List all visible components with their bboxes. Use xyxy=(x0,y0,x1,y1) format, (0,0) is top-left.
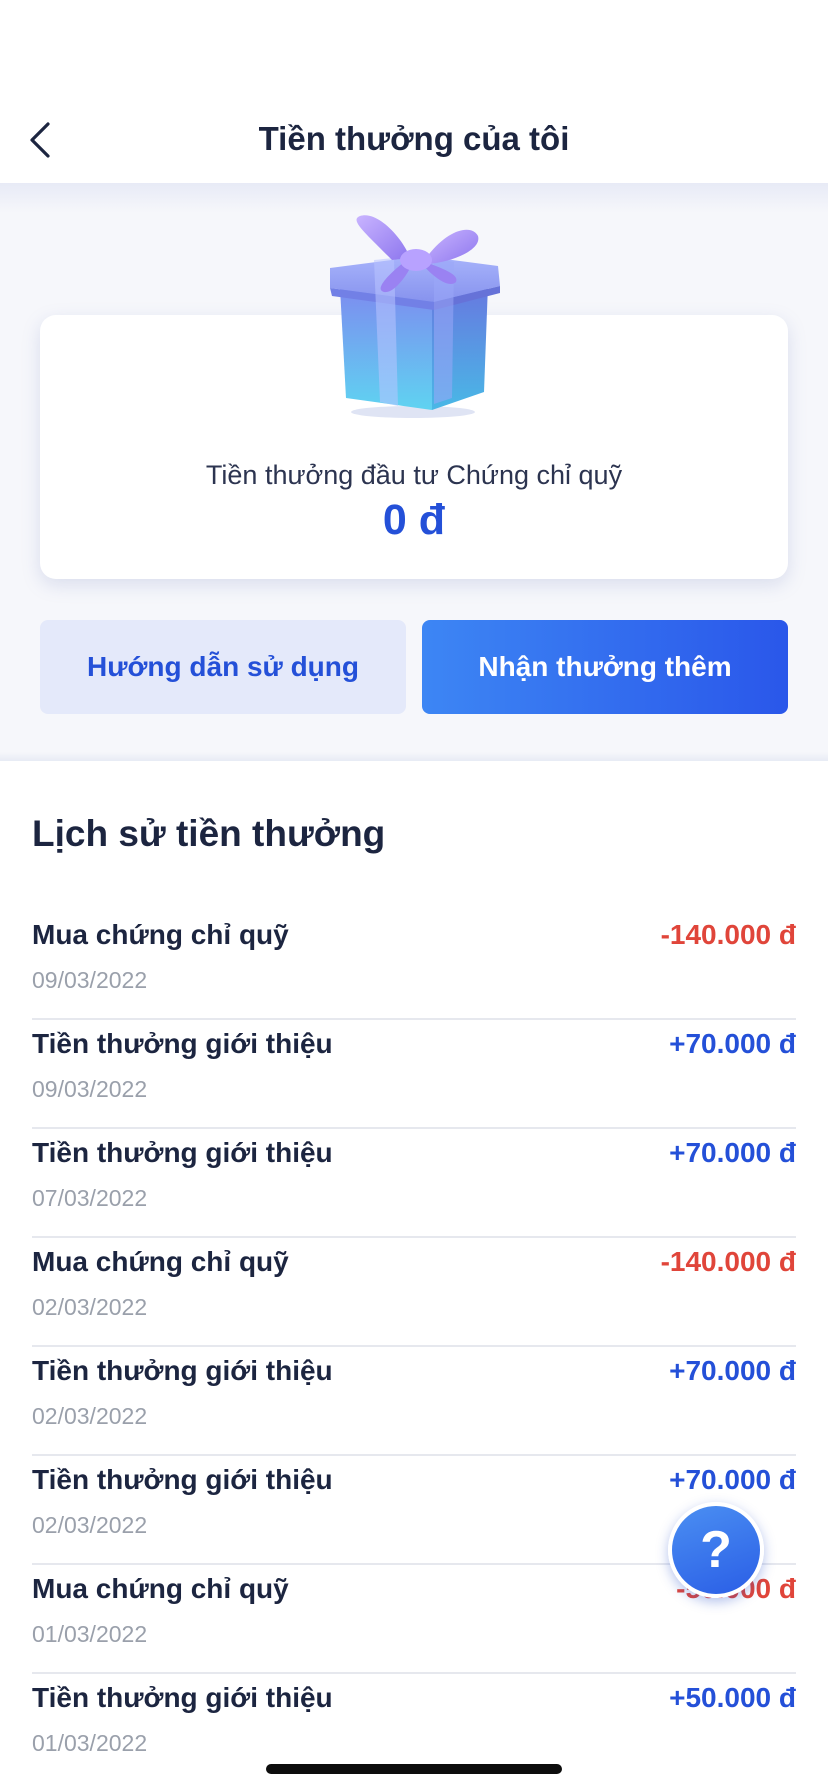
question-icon: ? xyxy=(700,1521,732,1579)
history-list: Mua chứng chỉ quỹ 09/03/2022 -140.000 đ … xyxy=(32,911,796,1783)
help-button[interactable]: ? xyxy=(668,1502,764,1598)
history-item-date: 09/03/2022 xyxy=(32,967,148,993)
history-row[interactable]: Tiền thưởng giới thiệu 02/03/2022 +70.00… xyxy=(32,1347,796,1456)
history-item-date: 09/03/2022 xyxy=(32,1076,148,1102)
history-item-date: 02/03/2022 xyxy=(32,1403,148,1429)
history-item-name: Mua chứng chỉ quỹ xyxy=(32,1573,289,1604)
history-item-name: Tiền thưởng giới thiệu xyxy=(32,1464,333,1495)
history-item-date: 02/03/2022 xyxy=(32,1294,148,1320)
history-item-date: 07/03/2022 xyxy=(32,1185,148,1211)
history-item-date: 01/03/2022 xyxy=(32,1621,148,1647)
bonus-label: Tiền thưởng đầu tư Chứng chỉ quỹ xyxy=(205,460,623,490)
history-item-date: 01/03/2022 xyxy=(32,1730,148,1756)
page-title: Tiền thưởng của tôi xyxy=(258,120,570,157)
history-item-name: Tiền thưởng giới thiệu xyxy=(32,1355,333,1386)
history-item-amount: +70.000 đ xyxy=(669,1137,796,1168)
history-item-name: Mua chứng chỉ quỹ xyxy=(32,919,289,950)
history-item-amount: +70.000 đ xyxy=(669,1028,796,1059)
history-item-date: 02/03/2022 xyxy=(32,1512,148,1538)
history-item-amount: +50.000 đ xyxy=(669,1682,796,1713)
history-item-name: Tiền thưởng giới thiệu xyxy=(32,1137,333,1168)
history-item-amount: +70.000 đ xyxy=(669,1464,796,1495)
history-item-amount: +70.000 đ xyxy=(669,1355,796,1386)
gift-box-icon xyxy=(330,215,500,418)
guide-button[interactable]: Hướng dẫn sử dụng xyxy=(40,620,406,714)
history-title: Lịch sử tiền thưởng xyxy=(32,813,386,854)
earn-more-button[interactable]: Nhận thưởng thêm xyxy=(422,620,788,714)
history-item-amount: -140.000 đ xyxy=(660,1246,796,1277)
history-row[interactable]: Mua chứng chỉ quỹ 09/03/2022 -140.000 đ xyxy=(32,911,796,1020)
history-item-name: Mua chứng chỉ quỹ xyxy=(32,1246,289,1277)
history-item-name: Tiền thưởng giới thiệu xyxy=(32,1028,333,1059)
history-row[interactable]: Mua chứng chỉ quỹ 02/03/2022 -140.000 đ xyxy=(32,1238,796,1347)
history-row[interactable]: Tiền thưởng giới thiệu 07/03/2022 +70.00… xyxy=(32,1129,796,1238)
bonus-amount: 0 đ xyxy=(382,496,446,544)
top-bar: Tiền thưởng của tôi xyxy=(0,0,828,183)
home-indicator xyxy=(266,1764,562,1774)
history-row[interactable]: Tiền thưởng giới thiệu 09/03/2022 +70.00… xyxy=(32,1020,796,1129)
history-item-name: Tiền thưởng giới thiệu xyxy=(32,1682,333,1713)
header-shadow xyxy=(0,183,828,213)
history-section: Lịch sử tiền thưởng Mua chứng chỉ quỹ 09… xyxy=(0,761,828,1792)
history-item-amount: -140.000 đ xyxy=(660,919,796,950)
